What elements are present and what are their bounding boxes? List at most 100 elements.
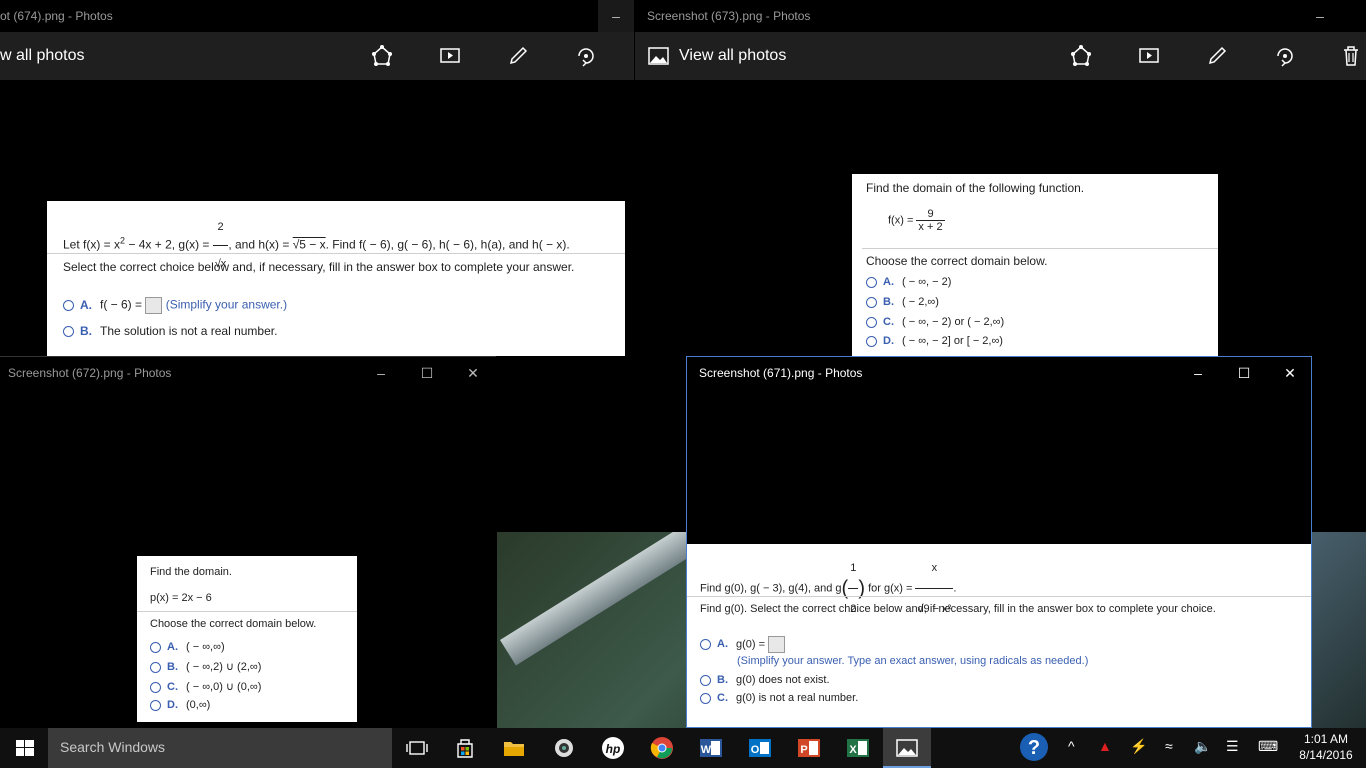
rotate-icon[interactable]	[1271, 42, 1299, 70]
radio-button[interactable]	[866, 335, 877, 347]
option-letter: B.	[167, 661, 178, 673]
question-card-673: Find the domain of the following functio…	[852, 174, 1218, 356]
radio-button[interactable]	[700, 674, 711, 686]
search-placeholder: Search Windows	[60, 739, 166, 755]
option-b[interactable]: B. g(0) does not exist.	[700, 674, 830, 686]
sqrt-expression: √5 − x	[292, 237, 326, 252]
option-text: g(0) does not exist.	[736, 674, 830, 686]
rotate-icon[interactable]	[572, 42, 600, 70]
window-title: Screenshot (673).png - Photos	[647, 9, 811, 23]
view-all-photos-link[interactable]: w all photos	[0, 32, 85, 80]
store-icon[interactable]	[450, 734, 480, 762]
word-icon[interactable]: W	[696, 734, 726, 762]
minimize-button[interactable]: –	[1175, 357, 1221, 389]
share-icon[interactable]	[368, 42, 396, 70]
radio-button[interactable]	[63, 326, 74, 338]
option-a[interactable]: A. ( − ∞, − 2)	[866, 276, 951, 288]
edit-pencil-icon[interactable]	[1203, 42, 1231, 70]
clock-time: 1:01 AM	[1303, 732, 1349, 746]
photos-window-671: Screenshot (671).png - Photos – ☐ ✕ Find…	[686, 356, 1312, 728]
radio-button[interactable]	[150, 699, 161, 711]
option-text: ( − ∞,∞)	[186, 641, 225, 653]
radio-button[interactable]	[150, 641, 161, 653]
option-letter: B.	[883, 296, 894, 308]
power-plug-icon[interactable]: ⚡	[1130, 738, 1147, 755]
clock-date: 8/14/2016	[1299, 748, 1353, 762]
answer-box[interactable]	[768, 636, 786, 653]
svg-text:P: P	[800, 744, 807, 756]
windows-start-icon[interactable]	[10, 734, 40, 762]
radio-button[interactable]	[700, 639, 711, 650]
option-a[interactable]: A. g(0) =	[700, 636, 786, 653]
option-text: ( − ∞,0) ∪ (0,∞)	[186, 681, 262, 693]
title-bar[interactable]: Screenshot (672).png - Photos – ☐ ✕	[0, 357, 496, 389]
share-icon[interactable]	[1067, 42, 1095, 70]
option-a[interactable]: A. f( − 6) = (Simplify your answer.)	[63, 297, 287, 314]
radio-button[interactable]	[866, 296, 877, 308]
option-letter: A.	[883, 276, 894, 288]
chrome-icon[interactable]	[647, 734, 677, 762]
photos-taskbar-button-active[interactable]	[883, 728, 931, 768]
option-a[interactable]: A. ( − ∞,∞)	[150, 641, 225, 653]
search-box[interactable]: Search Windows	[48, 728, 392, 768]
adobe-reader-icon[interactable]: ▲	[1098, 738, 1112, 754]
title-bar[interactable]: Screenshot (673).png - Photos –	[635, 0, 1366, 32]
view-all-photos-link[interactable]: View all photos	[679, 32, 786, 80]
slideshow-icon[interactable]	[1135, 42, 1163, 70]
title-bar[interactable]: ot (674).png - Photos –	[0, 0, 634, 32]
file-explorer-icon[interactable]	[499, 734, 529, 762]
close-button[interactable]: ✕	[450, 357, 496, 389]
wifi-icon[interactable]: ≈	[1165, 738, 1173, 754]
option-b[interactable]: B. ( − ∞,2) ∪ (2,∞)	[150, 660, 261, 673]
hp-icon[interactable]: hp	[598, 734, 628, 762]
keyboard-icon[interactable]: ⌨	[1258, 738, 1278, 755]
divider	[137, 611, 357, 612]
option-text: (0,∞)	[186, 699, 211, 711]
fraction: 9x + 2	[916, 208, 945, 233]
option-text: g(0) is not a real number.	[736, 692, 859, 704]
instruction-text: Choose the correct domain below.	[150, 618, 317, 630]
minimize-button[interactable]: –	[598, 0, 634, 32]
close-button[interactable]: ✕	[1267, 357, 1311, 389]
option-b[interactable]: B. The solution is not a real number.	[63, 324, 277, 338]
outlook-icon[interactable]: O	[745, 734, 775, 762]
title-bar[interactable]: Screenshot (671).png - Photos – ☐ ✕	[687, 357, 1311, 389]
radio-button[interactable]	[700, 692, 711, 704]
powerpoint-icon[interactable]: P	[794, 734, 824, 762]
radio-button[interactable]	[866, 316, 877, 328]
maximize-button[interactable]: ☐	[1221, 357, 1267, 389]
minimize-button[interactable]: –	[358, 357, 404, 389]
chevron-up-icon[interactable]: ^	[1068, 738, 1075, 754]
minimize-button[interactable]: –	[1297, 0, 1343, 32]
radio-button[interactable]	[63, 300, 74, 311]
radio-button[interactable]	[150, 681, 161, 693]
excel-icon[interactable]: X	[843, 734, 873, 762]
delete-trash-icon[interactable]	[1337, 42, 1365, 70]
option-d[interactable]: D. (0,∞)	[150, 699, 210, 711]
question-card-672: Find the domain. p(x) = 2x − 6 Choose th…	[137, 556, 357, 722]
option-c[interactable]: C. ( − ∞, − 2) or ( − 2,∞)	[866, 316, 1004, 328]
help-icon[interactable]: ?	[1019, 732, 1049, 761]
fraction-numerator: 9	[916, 208, 945, 221]
option-letter: B.	[80, 324, 92, 338]
webcam-app-icon[interactable]	[549, 734, 579, 762]
notifications-icon[interactable]: ☰	[1226, 738, 1239, 755]
edit-pencil-icon[interactable]	[504, 42, 532, 70]
radio-button[interactable]	[866, 276, 877, 288]
prompt-part: , and h(x) =	[228, 237, 293, 252]
option-c[interactable]: C. g(0) is not a real number.	[700, 692, 858, 704]
radio-button[interactable]	[150, 661, 161, 673]
option-text: The solution is not a real number.	[100, 324, 278, 338]
clock[interactable]: 1:01 AM 8/14/2016	[1294, 731, 1358, 763]
slideshow-icon[interactable]	[436, 42, 464, 70]
option-letter: D.	[883, 335, 894, 347]
option-letter: C.	[883, 316, 894, 328]
option-d[interactable]: D. ( − ∞, − 2] or [ − 2,∞)	[866, 335, 1003, 347]
option-b[interactable]: B. ( − 2,∞)	[866, 296, 939, 308]
task-view-icon[interactable]	[402, 734, 432, 762]
volume-icon[interactable]: 🔈	[1194, 738, 1211, 755]
divider	[687, 596, 1311, 597]
option-c[interactable]: C. ( − ∞,0) ∪ (0,∞)	[150, 680, 261, 693]
answer-box[interactable]	[145, 297, 163, 314]
maximize-button[interactable]: ☐	[404, 357, 450, 389]
